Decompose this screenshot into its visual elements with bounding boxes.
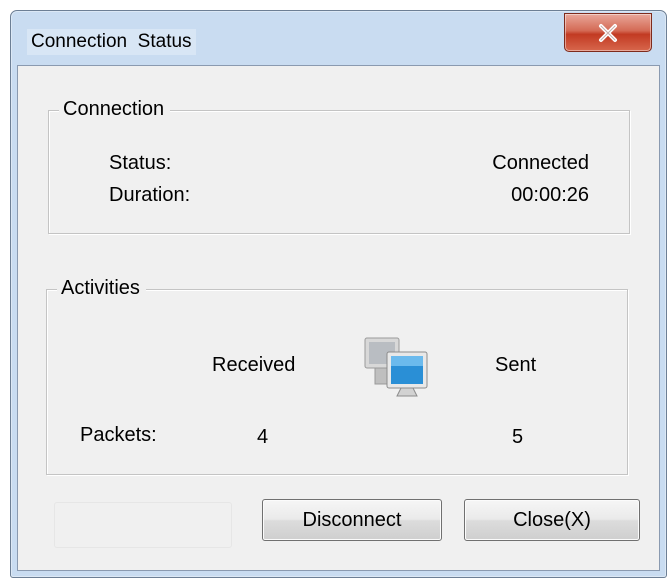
duration-value: 00:00:26 <box>511 184 589 206</box>
disconnect-button[interactable]: Disconnect <box>262 499 442 541</box>
close-button[interactable]: Close(X) <box>464 499 640 541</box>
close-icon <box>599 23 617 42</box>
connection-groupbox: Connection Status: Connected Duration: 0… <box>48 98 630 234</box>
packets-label: Packets: <box>80 424 157 446</box>
disabled-button-ghost <box>54 502 232 548</box>
packets-sent-value: 5 <box>512 426 524 448</box>
dialog-client-area: Connection Status: Connected Duration: 0… <box>17 65 660 571</box>
received-column-header: Received <box>212 354 296 376</box>
status-value: Connected <box>492 152 589 174</box>
window-title: Connection Status <box>27 29 196 55</box>
window-close-button[interactable] <box>564 13 652 52</box>
status-label: Status: <box>109 152 172 174</box>
connection-group-legend: Connection <box>59 98 171 121</box>
connection-status-window: Connection Status Connection Status: Con… <box>10 10 667 578</box>
network-computers-icon <box>361 336 431 402</box>
duration-label: Duration: <box>109 184 191 206</box>
activities-groupbox: Activities Received Sent Packets: 4 5 <box>46 277 628 475</box>
title-bar[interactable]: Connection Status <box>11 11 666 65</box>
activities-group-legend: Activities <box>57 277 146 300</box>
packets-received-value: 4 <box>257 426 269 448</box>
sent-column-header: Sent <box>495 354 537 376</box>
